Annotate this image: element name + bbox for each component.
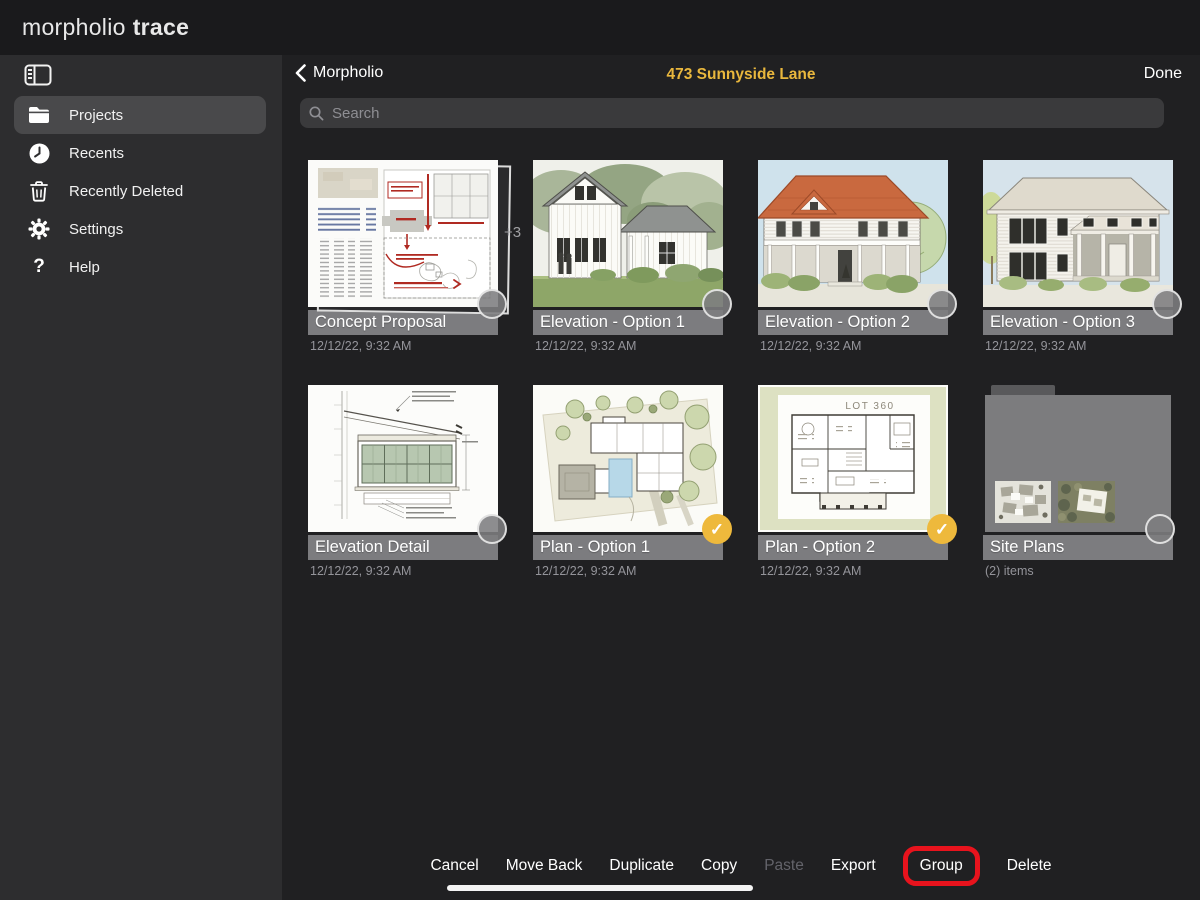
sidebar-toggle-icon[interactable] [24, 64, 52, 86]
project-title-bar: Elevation - Option 1 [533, 310, 723, 335]
selection-circle-unselected[interactable] [1152, 289, 1182, 319]
selection-circle-unselected[interactable] [477, 289, 507, 319]
sidebar-item-label: Settings [69, 220, 124, 238]
thumbnail-elevation-option-2 [758, 160, 957, 319]
selection-circle-unselected[interactable] [477, 514, 507, 544]
project-date: 12/12/22, 9:32 AM [535, 564, 637, 578]
thumbnail-concept-proposal [308, 160, 507, 319]
sidebar-item-label: Help [69, 258, 100, 276]
project-card-elevation-option-1[interactable]: Elevation - Option 1 12/12/22, 9:32 AM [533, 160, 732, 353]
main-content: Morpholio 473 Sunnyside Lane Done Search… [282, 55, 1200, 900]
logo-morpholio: morpholio [22, 14, 126, 40]
thumbnail-site-plans-folder [983, 385, 1175, 544]
clock-icon [27, 141, 51, 165]
group-title: Site Plans [990, 538, 1065, 556]
project-title: Elevation - Option 2 [765, 313, 910, 331]
project-card-elevation-option-2[interactable]: Elevation - Option 2 12/12/22, 9:32 AM [758, 160, 957, 353]
project-date: 12/12/22, 9:32 AM [985, 339, 1087, 353]
sidebar-item-label: Recents [69, 144, 125, 162]
sidebar-item-recently-deleted[interactable]: Recently Deleted [14, 172, 266, 210]
logo-trace: trace [132, 14, 190, 40]
project-title: Concept Proposal [315, 313, 447, 331]
thumbnail-plan-option-1: ✓ [533, 385, 732, 544]
selection-circle-unselected[interactable] [927, 289, 957, 319]
thumbnail-elevation-option-1 [533, 160, 732, 319]
group-button[interactable]: Group [920, 857, 963, 875]
help-icon: ? [33, 256, 45, 277]
project-title: Elevation - Option 1 [540, 313, 685, 331]
project-date: 12/12/22, 9:32 AM [760, 564, 862, 578]
group-item-thumbnail-1 [995, 481, 1051, 523]
group-item-thumbnail-2 [1058, 481, 1115, 523]
project-folder-title: 473 Sunnyside Lane [666, 66, 816, 83]
done-button[interactable]: Done [1144, 65, 1182, 83]
selection-circle-unselected[interactable] [702, 289, 732, 319]
search-icon [309, 105, 324, 120]
bottom-action-toolbar: Cancel Move Back Duplicate Copy Paste Ex… [282, 845, 1200, 887]
delete-button[interactable]: Delete [1007, 857, 1052, 875]
copy-button[interactable]: Copy [701, 857, 737, 875]
project-title: Elevation Detail [315, 538, 430, 556]
cancel-button[interactable]: Cancel [430, 857, 478, 875]
checkmark-icon: ✓ [709, 519, 725, 539]
selection-circle-selected[interactable]: ✓ [702, 514, 732, 544]
project-title-bar: Elevation Detail [308, 535, 498, 560]
sidebar-item-projects[interactable]: Projects [14, 96, 266, 134]
trash-icon [27, 179, 51, 203]
group-item-count: (2) items [985, 564, 1034, 578]
group-title-bar: Site Plans [983, 535, 1173, 560]
sidebar-item-help[interactable]: ? Help [14, 248, 266, 286]
project-card-elevation-option-3[interactable]: Elevation - Option 3 12/12/22, 9:32 AM [983, 160, 1182, 353]
project-card-elevation-detail[interactable]: Elevation Detail 12/12/22, 9:32 AM [308, 385, 507, 578]
project-title-bar: Plan - Option 1 [533, 535, 723, 560]
thumbnail-elevation-detail [308, 385, 507, 544]
folder-tab [991, 385, 1055, 395]
folder-icon [27, 103, 51, 127]
search-input[interactable] [330, 103, 1164, 123]
checkmark-icon: ✓ [934, 519, 950, 539]
project-title-bar: Plan - Option 2 [758, 535, 948, 560]
selection-circle-unselected[interactable] [1145, 514, 1175, 544]
project-title-bar: Elevation - Option 3 [983, 310, 1173, 335]
app-top-bar: morpholio trace [0, 0, 1200, 55]
project-date: 12/12/22, 9:32 AM [760, 339, 862, 353]
project-date: 12/12/22, 9:32 AM [310, 564, 412, 578]
sidebar-item-label: Projects [69, 106, 124, 124]
project-date: 12/12/22, 9:32 AM [310, 339, 412, 353]
duplicate-button[interactable]: Duplicate [609, 857, 674, 875]
group-highlight-ring: Group [902, 846, 980, 886]
sidebar-item-settings[interactable]: Settings [14, 210, 266, 248]
project-title: Plan - Option 2 [765, 538, 876, 556]
project-title: Plan - Option 1 [540, 538, 651, 556]
thumbnail-elevation-option-3 [983, 160, 1182, 319]
paste-button: Paste [764, 857, 804, 874]
project-card-site-plans-group[interactable]: Site Plans (2) items [983, 385, 1175, 578]
gear-icon [27, 217, 51, 241]
home-indicator-bar[interactable] [447, 885, 753, 891]
project-title-bar: Elevation - Option 2 [758, 310, 948, 335]
selection-circle-selected[interactable]: ✓ [927, 514, 957, 544]
sidebar-item-label: Recently Deleted [69, 182, 184, 200]
project-card-plan-option-1[interactable]: ✓ Plan - Option 1 12/12/22, 9:32 AM [533, 385, 732, 578]
sidebar-menu: Projects Recents Recently Deleted Settin… [14, 96, 266, 286]
stack-count-badge: +3 [504, 224, 522, 241]
project-card-plan-option-2[interactable]: LOT 360 ✓ Plan - Option 2 12/12/22, 9:32… [758, 385, 957, 578]
search-bar[interactable] [300, 98, 1164, 128]
svg-text:LOT 360: LOT 360 [845, 401, 894, 412]
project-title: Elevation - Option 3 [990, 313, 1135, 331]
project-card-concept-proposal[interactable]: +3 Concept Proposal 12/12/22, 9:32 AM [308, 160, 521, 353]
app-logo: morpholio trace [22, 14, 189, 41]
move-back-button[interactable]: Move Back [506, 857, 583, 875]
sidebar-item-recents[interactable]: Recents [14, 134, 266, 172]
project-date: 12/12/22, 9:32 AM [535, 339, 637, 353]
folder-body [985, 395, 1171, 532]
sidebar: Projects Recents Recently Deleted Settin… [0, 55, 282, 900]
thumbnail-plan-option-2: LOT 360 ✓ [758, 385, 957, 544]
export-button[interactable]: Export [831, 857, 876, 875]
